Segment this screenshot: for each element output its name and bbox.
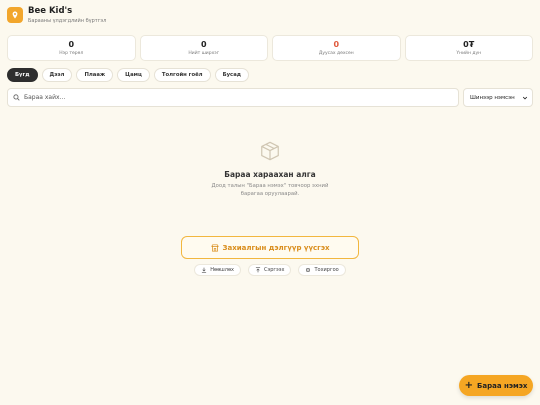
tab-all[interactable]: Бүгд: [7, 68, 38, 82]
empty-state: Бараа хараахан алга Доод талын "Бараа нэ…: [0, 140, 540, 198]
tab-other[interactable]: Бусад: [214, 68, 250, 82]
stat-value: 0: [200, 40, 207, 49]
stat-card-low-stock: 0 Дуусах дөхсөн: [272, 35, 401, 61]
app-title: Bee Kid's: [28, 6, 73, 16]
plus-icon: +: [464, 379, 474, 391]
tab-headwear[interactable]: Толгойн гоёл: [153, 68, 211, 82]
stat-value: 0: [333, 40, 340, 49]
package-icon: [261, 141, 279, 161]
search-input[interactable]: [24, 94, 424, 101]
settings-label: Тохиргоо: [314, 267, 339, 273]
stats-row: 0 Нэр төрөл 0 Нийт ширхэг 0 Дуусах дөхсө…: [7, 35, 533, 61]
stat-card-total: 0 Нийт ширхэг: [139, 35, 268, 61]
search-box: [7, 88, 459, 107]
stat-label: Нийт ширхэг: [188, 51, 220, 56]
stat-label: Дуусах дөхсөн: [318, 51, 354, 56]
upload-icon: [255, 267, 261, 273]
bee-hive-icon: [12, 11, 18, 19]
header-text: Bee Kid's Барааны үлдэгдлийн бүртгэл: [28, 6, 106, 24]
stat-label: Үнийн дүн: [456, 51, 482, 56]
stat-value: 0₮: [463, 40, 475, 49]
search-icon: [13, 94, 20, 101]
app-subtitle: Барааны үлдэгдлийн бүртгэл: [28, 18, 107, 24]
stat-label: Нэр төрөл: [59, 51, 84, 56]
tab-plaaj[interactable]: Плааж: [76, 68, 114, 82]
category-tabs: Бүгд Дээл Плааж Цамц Толгойн гоёл Бусад: [7, 68, 250, 82]
stat-card-types: 0 Нэр төрөл: [7, 35, 136, 61]
sort-selected-value: Шинээр нэмсэн: [470, 94, 515, 101]
download-icon: [202, 267, 207, 273]
tab-deel[interactable]: Дээл: [41, 68, 73, 82]
sort-select[interactable]: Шинээр нэмсэн: [463, 88, 533, 107]
import-label: Нөөшлөх: [210, 267, 234, 273]
empty-title: Бараа хараахан алга: [224, 170, 316, 179]
empty-description: Доод талын "Бараа нэмэх" товчоор эхний б…: [211, 183, 329, 197]
settings-button[interactable]: Тохиргоо: [298, 264, 346, 276]
store-icon: [210, 243, 219, 252]
gear-icon: [306, 267, 311, 273]
restore-button[interactable]: Сэргээх: [247, 264, 292, 276]
small-actions: Нөөшлөх Сэргээх Тохиргоо: [0, 264, 540, 276]
create-order-shop-button[interactable]: Захиалгын дэлгүүр үүсгэх: [181, 236, 359, 259]
restore-label: Сэргээх: [263, 267, 285, 273]
add-product-label: Бараа нэмэх: [477, 381, 528, 390]
tab-shirt[interactable]: Цамц: [117, 68, 150, 82]
stat-card-value: 0₮ Үнийн дүн: [404, 35, 533, 61]
add-product-button[interactable]: + Бараа нэмэх: [459, 375, 533, 396]
app-logo: [7, 7, 23, 23]
create-order-shop-label: Захиалгын дэлгүүр үүсгэх: [222, 243, 330, 252]
stat-value: 0: [68, 40, 75, 49]
app-header: Bee Kid's Барааны үлдэгдлийн бүртгэл: [7, 6, 106, 24]
chevron-down-icon: [522, 96, 528, 99]
import-button[interactable]: Нөөшлөх: [194, 264, 241, 276]
search-row: Шинээр нэмсэн: [7, 88, 533, 107]
